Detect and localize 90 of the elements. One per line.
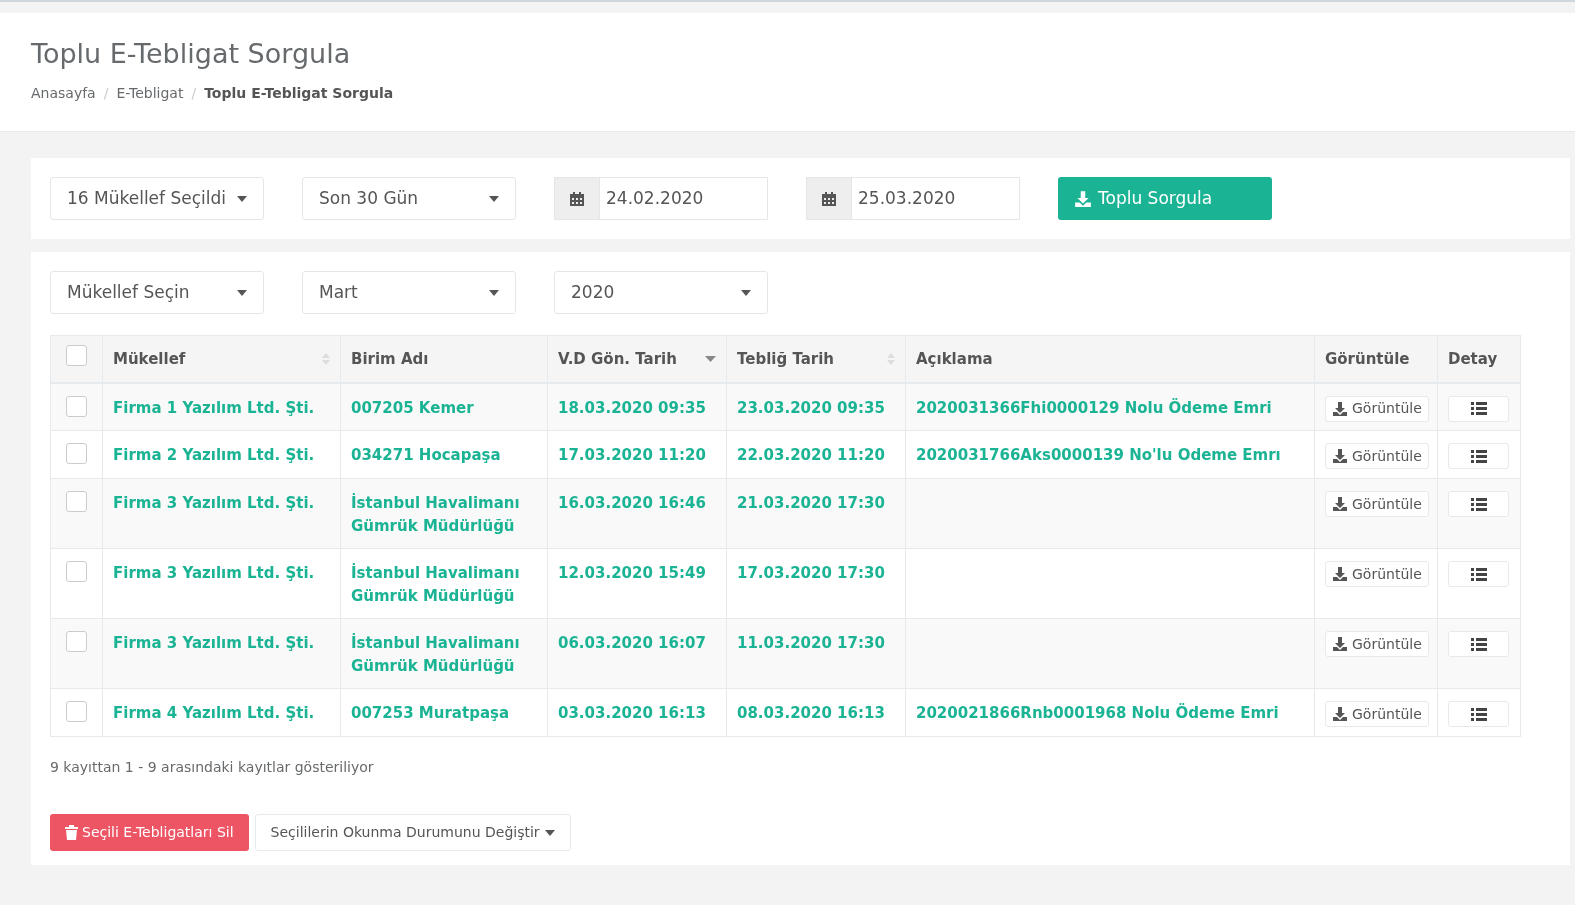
sent-date: 17.03.2020 11:20 xyxy=(558,446,706,464)
sent-date: 18.03.2020 09:35 xyxy=(558,398,706,417)
unit-name: İstanbul Havalimanı Gümrük Müdürlüğü xyxy=(351,564,520,605)
detail-button[interactable] xyxy=(1448,395,1509,422)
header-cell[interactable]: Mükellef xyxy=(102,335,341,383)
header-cell[interactable]: Tebliğ Tarih xyxy=(726,335,906,383)
header-cell[interactable]: V.D Gön. Tarih xyxy=(547,335,727,383)
dropdown[interactable]: Mükellef Seçin xyxy=(50,271,264,314)
notification-date: 22.03.2020 11:20 xyxy=(737,446,885,464)
breadcrumb-current: Toplu E-Tebligat Sorgula xyxy=(204,83,394,103)
column-header: Tebliğ Tarih xyxy=(737,348,835,370)
download-icon xyxy=(1074,189,1092,208)
view-button[interactable]: Görüntüle xyxy=(1325,561,1429,587)
date-field[interactable]: 25.03.2020 xyxy=(852,177,1020,220)
view-button[interactable]: Görüntüle xyxy=(1325,443,1429,469)
caret-icon xyxy=(489,195,499,202)
column-header: Mükellef xyxy=(113,348,186,370)
sent-date: 16.03.2020 16:46 xyxy=(558,494,706,512)
unit-name: 007253 Muratpaşa xyxy=(351,704,510,722)
sent-date: 12.03.2020 15:49 xyxy=(558,564,706,582)
sent-date: 03.03.2020 16:13 xyxy=(558,704,706,722)
checkbox[interactable] xyxy=(66,443,87,464)
download-icon xyxy=(1332,448,1348,464)
detail-button[interactable] xyxy=(1448,561,1509,587)
checkbox[interactable] xyxy=(66,701,87,722)
calendar-icon xyxy=(821,190,837,207)
unit-name: 034271 Hocapaşa xyxy=(351,446,501,464)
detail-button[interactable] xyxy=(1448,701,1509,727)
dropdown[interactable]: Son 30 Gün xyxy=(302,177,516,220)
caret-icon xyxy=(544,829,555,836)
list-icon xyxy=(1470,497,1487,511)
detail-button[interactable] xyxy=(1448,631,1509,657)
breadcrumb-link[interactable]: Anasayfa xyxy=(31,82,96,104)
column-header: Görüntüle xyxy=(1325,348,1410,370)
notification-date: 21.03.2020 17:30 xyxy=(737,494,885,512)
download-icon xyxy=(1332,496,1348,512)
breadcrumb-separator: / xyxy=(191,83,197,103)
column-header: V.D Gön. Tarih xyxy=(558,348,677,370)
checkbox[interactable] xyxy=(66,395,87,417)
notification-date: 23.03.2020 09:35 xyxy=(737,398,885,417)
list-icon xyxy=(1470,402,1487,415)
download-icon xyxy=(1332,706,1348,722)
sort-descending-icon xyxy=(705,355,716,362)
download-icon xyxy=(1332,566,1348,582)
checkbox[interactable] xyxy=(66,491,87,512)
view-button[interactable]: Görüntüle xyxy=(1325,701,1429,727)
download-icon xyxy=(1332,636,1348,652)
unit-name: İstanbul Havalimanı Gümrük Müdürlüğü xyxy=(351,494,520,535)
sort-icon xyxy=(322,352,330,365)
detail-button[interactable] xyxy=(1448,491,1509,517)
caret-icon xyxy=(489,289,499,296)
list-icon xyxy=(1470,707,1487,721)
calendar-icon xyxy=(569,190,585,207)
caret-icon xyxy=(237,289,247,296)
dropdown[interactable]: 2020 xyxy=(554,271,768,314)
dropdown[interactable]: Mart xyxy=(302,271,516,314)
description: 2020021866Rnb0001968 Nolu Ödeme Emri xyxy=(916,704,1279,722)
checkbox[interactable] xyxy=(66,631,87,652)
unit-name: İstanbul Havalimanı Gümrük Müdürlüğü xyxy=(351,634,520,675)
status-dropdown-button[interactable]: Seçililerin Okunma Durumunu Değiştir xyxy=(254,814,571,851)
view-button[interactable]: Görüntüle xyxy=(1325,395,1429,422)
checkbox[interactable] xyxy=(66,345,87,366)
notification-date: 17.03.2020 17:30 xyxy=(737,564,885,582)
records-info: 9 kayıttan 1 - 9 arasındaki kayıtlar gösteriliyor xyxy=(50,758,375,777)
view-button[interactable]: Görüntüle xyxy=(1325,491,1429,517)
page-title: Toplu E-Tebligat Sorgula xyxy=(31,37,352,71)
column-header: Açıklama xyxy=(916,348,993,370)
caret-icon xyxy=(741,289,751,296)
notification-date: 08.03.2020 16:13 xyxy=(737,704,885,722)
dropdown[interactable]: 16 Mükellef Seçildi xyxy=(50,177,264,220)
description: 2020031366Fhi0000129 Nolu Ödeme Emri xyxy=(916,398,1272,417)
breadcrumb-link[interactable]: E-Tebligat xyxy=(116,82,184,104)
description: 2020031766Aks0000139 No'lu Odeme Emrı xyxy=(916,446,1281,464)
list-icon xyxy=(1470,637,1487,651)
sent-date: 06.03.2020 16:07 xyxy=(558,634,706,652)
list-icon xyxy=(1470,449,1487,463)
detail-button[interactable] xyxy=(1448,443,1509,469)
breadcrumb-separator: / xyxy=(103,83,109,103)
notification-date: 11.03.2020 17:30 xyxy=(737,634,885,652)
caret-icon xyxy=(237,195,247,202)
checkbox[interactable] xyxy=(66,561,87,582)
list-icon xyxy=(1470,567,1487,581)
sort-icon xyxy=(887,352,895,365)
view-button[interactable]: Görüntüle xyxy=(1325,631,1429,657)
trash-icon xyxy=(65,825,78,840)
download-icon xyxy=(1332,400,1348,417)
column-header: Detay xyxy=(1448,348,1498,370)
unit-name: 007205 Kemer xyxy=(351,398,474,417)
column-header: Birim Adı xyxy=(351,348,429,370)
date-field[interactable]: 24.02.2020 xyxy=(600,177,768,220)
